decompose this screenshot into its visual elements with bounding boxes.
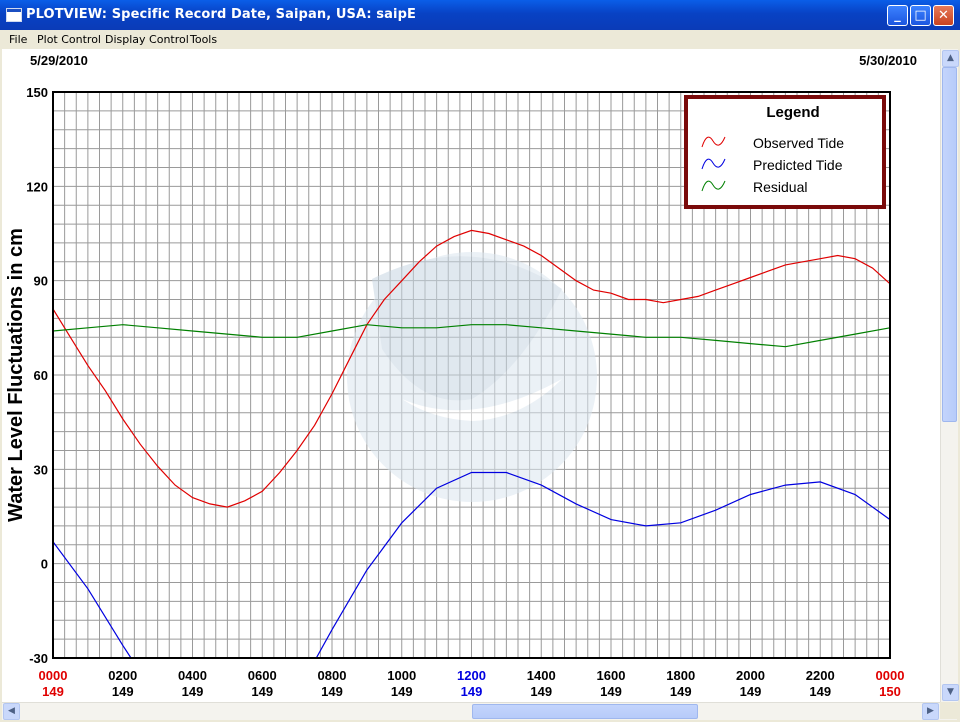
scroll-left-button[interactable]: ◀ [3, 703, 20, 720]
plot-area: 5/29/2010 5/30/2010 150 120 90 60 30 0 -30 000… [2, 49, 940, 702]
y-tick-label: 150 [26, 85, 48, 100]
legend-predicted-label: Predicted Tide [753, 157, 843, 173]
x-tick-day-label: 149 [391, 684, 413, 699]
x-tick-day-label: 149 [740, 684, 762, 699]
x-tick-time-label: 0000 [39, 668, 68, 683]
end-date-label: 5/30/2010 [859, 53, 917, 68]
scroll-up-button[interactable]: ▲ [942, 50, 959, 67]
menu-bar: File Plot Control Display Control Tools [0, 30, 960, 49]
menu-tools[interactable]: Tools [190, 33, 217, 46]
legend-observed-label: Observed Tide [753, 135, 844, 151]
menu-plot-control[interactable]: Plot Control [37, 33, 101, 46]
noaa-watermark-logo [347, 252, 597, 502]
chevron-up-icon: ▲ [947, 53, 954, 63]
minimize-button[interactable]: _ [887, 5, 908, 26]
horizontal-scrollbar[interactable]: ◀ ▶ [2, 702, 957, 720]
x-tick-time-label: 0800 [318, 668, 347, 683]
x-tick-labels: 0000149020014904001490600149080014910001… [39, 668, 905, 699]
vertical-scroll-thumb[interactable] [942, 67, 957, 422]
tide-chart: 5/29/2010 5/30/2010 150 120 90 60 30 0 -30 000… [5, 53, 917, 699]
x-tick-day-label: 149 [112, 684, 134, 699]
scroll-right-button[interactable]: ▶ [922, 703, 939, 720]
y-tick-label: 120 [26, 179, 48, 194]
x-tick-time-label: 2200 [806, 668, 835, 683]
x-tick-time-label: 1800 [666, 668, 695, 683]
maximize-icon: □ [914, 8, 927, 23]
x-tick-time-label: 1400 [527, 668, 556, 683]
x-tick-day-label: 149 [530, 684, 552, 699]
maximize-button[interactable]: □ [910, 5, 931, 26]
menu-display-control[interactable]: Display Control [105, 33, 189, 46]
x-tick-day-label: 149 [461, 684, 483, 699]
x-tick-day-label: 149 [42, 684, 64, 699]
app-window-icon [6, 8, 22, 22]
x-tick-time-label: 1000 [387, 668, 416, 683]
y-tick-label: 90 [34, 274, 48, 289]
chevron-down-icon: ▼ [947, 687, 954, 697]
legend-title: Legend [766, 104, 819, 121]
legend: Legend Observed Tide Predicted Tide Resi… [684, 95, 886, 209]
x-tick-day-label: 149 [182, 684, 204, 699]
chevron-right-icon: ▶ [927, 706, 934, 716]
y-axis-label: Water Level Fluctuations in cm [5, 228, 27, 522]
x-tick-day-label: 149 [321, 684, 343, 699]
x-tick-day-label: 150 [879, 684, 901, 699]
x-tick-day-label: 149 [670, 684, 692, 699]
horizontal-scroll-thumb[interactable] [472, 704, 698, 719]
scrollbar-corner [940, 702, 957, 719]
x-tick-day-label: 149 [251, 684, 273, 699]
x-tick-time-label: 0200 [108, 668, 137, 683]
x-tick-day-label: 149 [600, 684, 622, 699]
y-tick-label: 60 [34, 368, 48, 383]
x-tick-day-label: 149 [809, 684, 831, 699]
chevron-left-icon: ◀ [8, 706, 15, 716]
window-title: PLOTVIEW: Specific Record Date, Saipan, … [26, 7, 416, 22]
vertical-scrollbar[interactable]: ▲ ▼ [940, 49, 959, 702]
x-tick-time-label: 1600 [597, 668, 626, 683]
y-tick-labels: 150 120 90 60 30 0 -30 [26, 85, 48, 666]
y-tick-label: 30 [34, 462, 48, 477]
scroll-down-button[interactable]: ▼ [942, 684, 959, 701]
close-button[interactable]: ✕ [933, 5, 954, 26]
minimize-icon: _ [894, 8, 901, 23]
y-tick-label: 0 [41, 557, 48, 572]
x-tick-time-label: 1200 [457, 668, 486, 683]
close-icon: ✕ [938, 8, 949, 23]
x-tick-time-label: 2000 [736, 668, 765, 683]
x-tick-time-label: 0600 [248, 668, 277, 683]
x-tick-time-label: 0000 [876, 668, 905, 683]
x-tick-time-label: 0400 [178, 668, 207, 683]
title-bar: PLOTVIEW: Specific Record Date, Saipan, … [0, 0, 960, 30]
legend-residual-label: Residual [753, 179, 807, 195]
menu-file[interactable]: File [9, 33, 27, 46]
start-date-label: 5/29/2010 [30, 53, 88, 68]
y-tick-label: -30 [29, 651, 48, 666]
